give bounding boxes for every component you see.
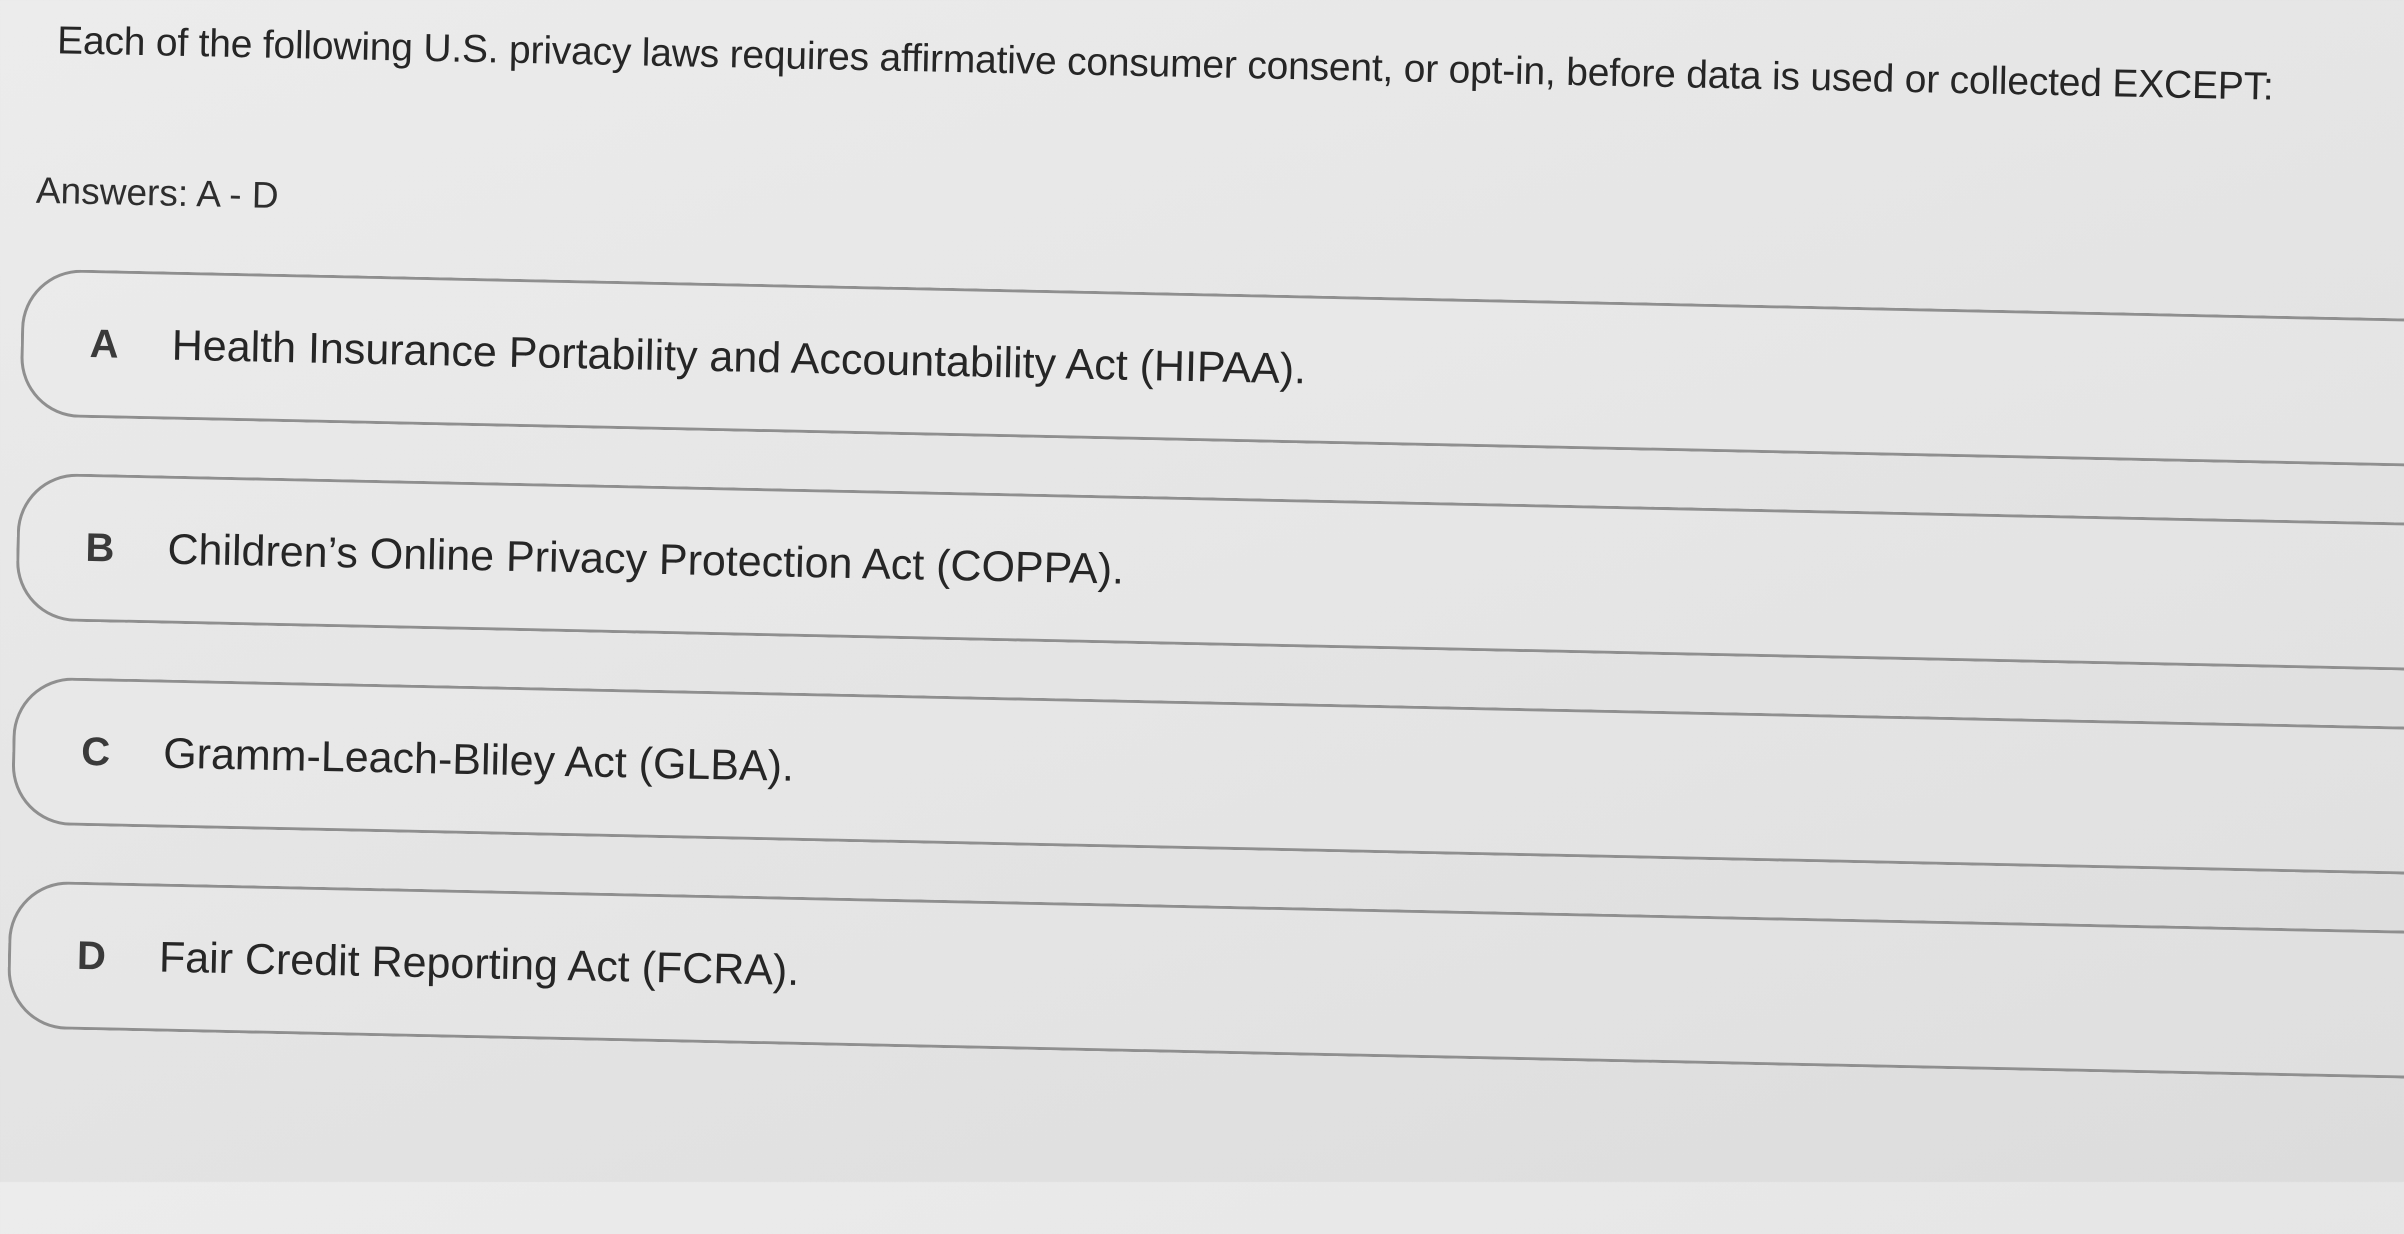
option-a[interactable]: A Health Insurance Portability and Accou… <box>19 268 2404 469</box>
option-b[interactable]: B Children’s Online Privacy Protection A… <box>15 472 2404 672</box>
answers-range-label: Answers: A - D <box>35 169 280 216</box>
option-letter: A <box>89 321 120 367</box>
question-text: Each of the following U.S. privacy laws … <box>56 19 2274 109</box>
option-letter: D <box>76 933 107 978</box>
option-text: Fair Credit Reporting Act (FCRA). <box>158 933 800 995</box>
option-text: Gramm-Leach-Bliley Act (GLBA). <box>162 729 795 791</box>
option-text: Children’s Online Privacy Protection Act… <box>167 525 1125 594</box>
option-text: Health Insurance Portability and Account… <box>171 321 1307 393</box>
option-letter: C <box>80 729 111 774</box>
quiz-page: Each of the following U.S. privacy laws … <box>0 0 2404 1232</box>
option-d[interactable]: D Fair Credit Reporting Act (FCRA). <box>6 880 2404 1080</box>
answer-options: A Health Insurance Portability and Accou… <box>5 268 2404 1136</box>
option-c[interactable]: C Gramm-Leach-Bliley Act (GLBA). <box>10 676 2404 876</box>
option-letter: B <box>85 525 115 571</box>
